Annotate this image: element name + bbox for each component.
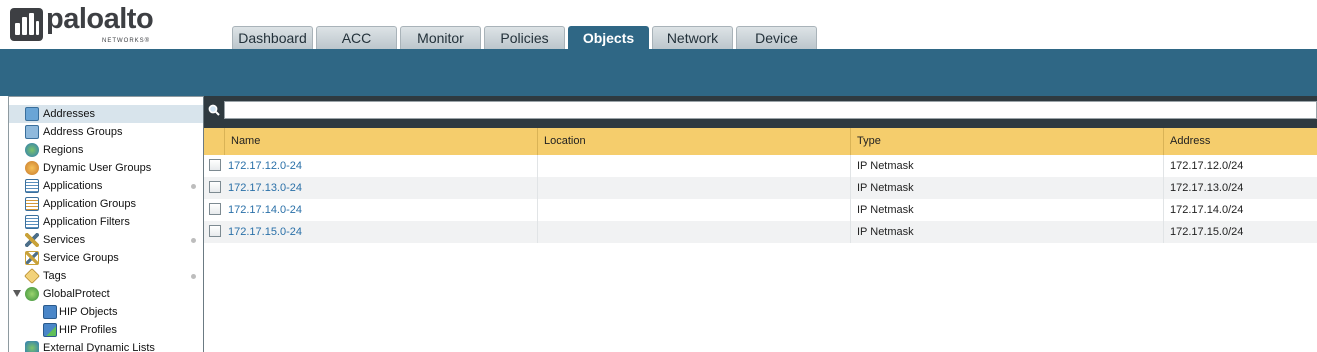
sidebar-item-label: Tags (43, 270, 67, 282)
status-dot (191, 184, 196, 189)
type-cell: IP Netmask (851, 199, 1164, 221)
type-cell: IP Netmask (851, 155, 1164, 177)
toolbar-band (0, 49, 1317, 96)
row-checkbox[interactable] (209, 225, 221, 237)
location-cell (538, 221, 851, 243)
sidebar-item-tags[interactable]: Tags (9, 267, 203, 285)
sidebar-item-label: GlobalProtect (43, 288, 110, 300)
column-header-location[interactable]: Location (538, 128, 851, 155)
application-groups-icon (25, 197, 39, 211)
objects-sidebar: Addresses Address Groups Regions Dynamic… (8, 96, 204, 352)
tab-device[interactable]: Device (736, 26, 817, 49)
users-icon (25, 161, 39, 175)
tab-objects[interactable]: Objects (568, 26, 649, 49)
sidebar-item-label: Regions (43, 144, 84, 156)
tab-acc[interactable]: ACC (316, 26, 397, 49)
status-dot (191, 274, 196, 279)
address-cell: 172.17.14.0/24 (1170, 204, 1244, 216)
address-cell: 172.17.15.0/24 (1170, 226, 1244, 238)
sidebar-item-label: Dynamic User Groups (43, 162, 152, 174)
table-row[interactable]: 172.17.13.0-24 IP Netmask 172.17.13.0/24 (204, 177, 1317, 199)
column-header-type[interactable]: Type (851, 128, 1164, 155)
sidebar-item-address-groups[interactable]: Address Groups (9, 123, 203, 141)
sidebar-item-dynamic-user-groups[interactable]: Dynamic User Groups (9, 159, 203, 177)
type-cell: IP Netmask (851, 177, 1164, 199)
address-groups-icon (25, 125, 39, 139)
paloalto-logo-icon (10, 8, 43, 41)
row-checkbox[interactable] (209, 203, 221, 215)
hip-objects-icon (43, 305, 57, 319)
select-column-header[interactable] (204, 128, 225, 155)
globe-icon (25, 143, 39, 157)
tab-network[interactable]: Network (652, 26, 733, 49)
status-dot (191, 238, 196, 243)
address-cell: 172.17.13.0/24 (1170, 182, 1244, 194)
application-filters-icon (25, 215, 39, 229)
addresses-icon (25, 107, 39, 121)
service-groups-icon (25, 251, 39, 265)
row-checkbox[interactable] (209, 181, 221, 193)
paloalto-logo: paloalto NETWORKS® (10, 3, 160, 46)
sidebar-item-applications[interactable]: Applications (9, 177, 203, 195)
sidebar-item-addresses[interactable]: Addresses (9, 105, 203, 123)
applications-icon (25, 179, 39, 193)
search-icon (208, 104, 220, 116)
tab-monitor[interactable]: Monitor (400, 26, 481, 49)
column-header-address[interactable]: Address (1164, 128, 1317, 155)
globalprotect-icon (25, 287, 39, 301)
sidebar-item-external-dynamic-lists[interactable]: External Dynamic Lists (9, 339, 203, 352)
sidebar-item-label: Address Groups (43, 126, 123, 138)
table-row[interactable]: 172.17.15.0-24 IP Netmask 172.17.15.0/24 (204, 221, 1317, 243)
tab-dashboard[interactable]: Dashboard (232, 26, 313, 49)
address-name-link[interactable]: 172.17.14.0-24 (228, 204, 302, 216)
address-name-link[interactable]: 172.17.13.0-24 (228, 182, 302, 194)
external-lists-icon (25, 341, 39, 352)
location-cell (538, 177, 851, 199)
address-name-link[interactable]: 172.17.15.0-24 (228, 226, 302, 238)
sidebar-item-label: Applications (43, 180, 103, 192)
address-cell: 172.17.12.0/24 (1170, 160, 1244, 172)
sidebar-item-label: External Dynamic Lists (43, 342, 155, 352)
sidebar-item-label: HIP Profiles (59, 324, 117, 336)
hip-profiles-icon (43, 323, 57, 337)
search-input[interactable] (224, 101, 1317, 119)
sidebar-item-services[interactable]: Services (9, 231, 203, 249)
sidebar-item-label: Service Groups (43, 252, 119, 264)
type-cell: IP Netmask (851, 221, 1164, 243)
main-tabs: Dashboard ACC Monitor Policies Objects N… (232, 26, 820, 49)
sidebar-item-application-groups[interactable]: Application Groups (9, 195, 203, 213)
sidebar-item-application-filters[interactable]: Application Filters (9, 213, 203, 231)
tab-policies[interactable]: Policies (484, 26, 565, 49)
brand-name: paloalto (46, 3, 154, 35)
table-row[interactable]: 172.17.12.0-24 IP Netmask 172.17.12.0/24 (204, 155, 1317, 177)
top-header: paloalto NETWORKS® Dashboard ACC Monitor… (0, 0, 1317, 49)
sidebar-item-hip-profiles[interactable]: HIP Profiles (9, 321, 203, 339)
sidebar-item-label: Services (43, 234, 86, 246)
services-icon (25, 233, 39, 247)
location-cell (538, 155, 851, 177)
sidebar-item-label: Addresses (43, 108, 95, 120)
sidebar-item-hip-objects[interactable]: HIP Objects (9, 303, 203, 321)
sidebar-item-globalprotect[interactable]: GlobalProtect (9, 285, 203, 303)
sidebar-item-label: Application Groups (43, 198, 136, 210)
sidebar-item-regions[interactable]: Regions (9, 141, 203, 159)
brand-sub: NETWORKS® (102, 38, 151, 44)
location-cell (538, 199, 851, 221)
column-header-name[interactable]: Name (225, 128, 538, 155)
tag-icon (24, 268, 40, 284)
sidebar-item-label: HIP Objects (59, 306, 118, 318)
table-row[interactable]: 172.17.14.0-24 IP Netmask 172.17.14.0/24 (204, 199, 1317, 221)
sidebar-item-label: Application Filters (43, 216, 130, 228)
collapse-triangle-icon[interactable] (13, 290, 21, 297)
sidebar-item-service-groups[interactable]: Service Groups (9, 249, 203, 267)
row-checkbox[interactable] (209, 159, 221, 171)
address-name-link[interactable]: 172.17.12.0-24 (228, 160, 302, 172)
filter-bar (204, 96, 1317, 124)
